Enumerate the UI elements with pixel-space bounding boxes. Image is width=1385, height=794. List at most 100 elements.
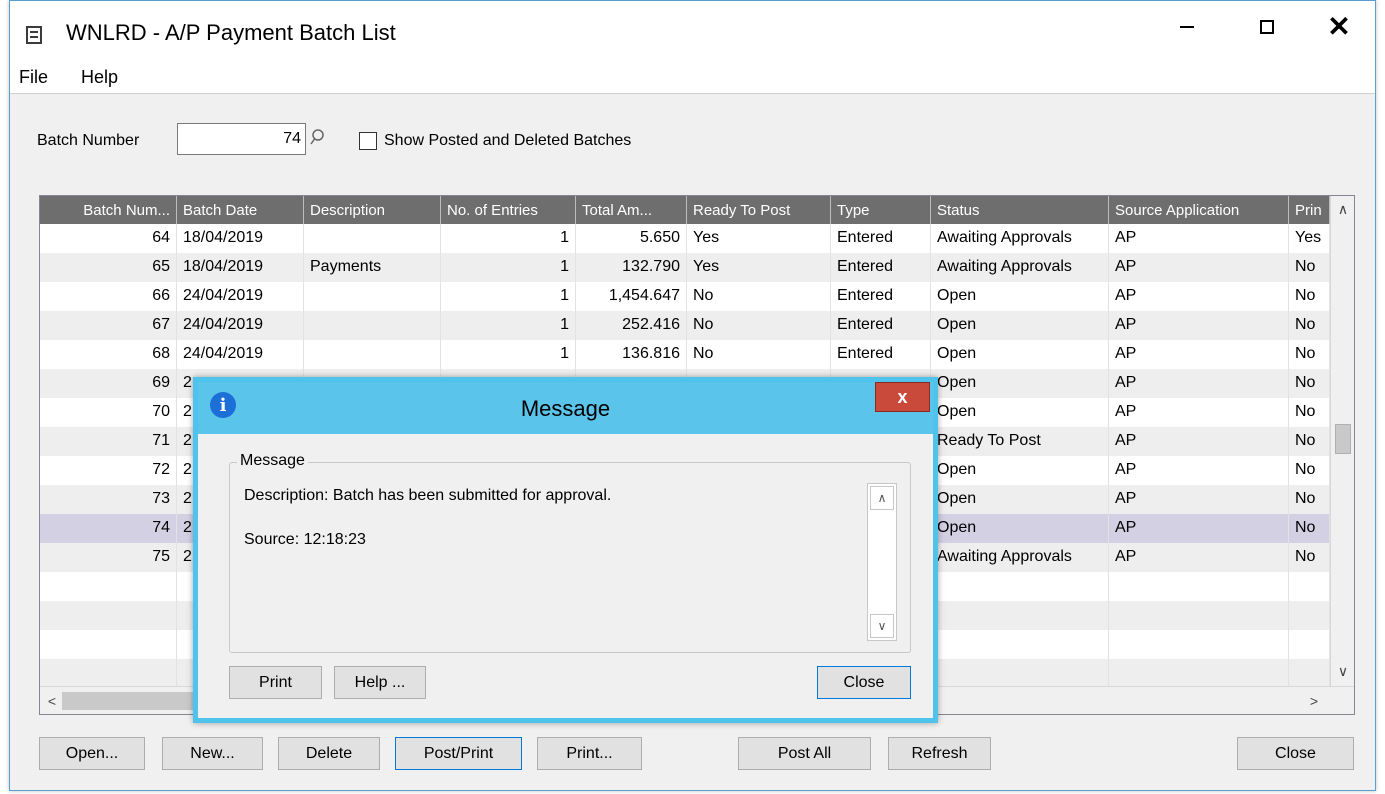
title-bar[interactable]: WNLRD - A/P Payment Batch List ✕ <box>10 1 1375 61</box>
message-scroll-down-icon[interactable]: ∨ <box>870 614 894 638</box>
column-header[interactable]: Total Am... <box>576 196 687 224</box>
cell-type: Entered <box>831 311 931 340</box>
message-scrollbar[interactable]: ∧ ∨ <box>867 483 897 641</box>
dialog-close-text-button[interactable]: Close <box>817 666 911 699</box>
column-header[interactable]: Batch Date <box>177 196 304 224</box>
cell-date: 18/04/2019 <box>177 224 304 253</box>
cell-source <box>1109 630 1289 659</box>
minimize-icon <box>1180 26 1194 28</box>
menu-file[interactable]: File <box>19 67 48 88</box>
batch-number-input[interactable]: 74 <box>177 123 306 155</box>
cell-source <box>1109 601 1289 630</box>
open-button[interactable]: Open... <box>39 737 145 770</box>
cell-status: Open <box>931 514 1109 543</box>
cell-source: AP <box>1109 224 1289 253</box>
refresh-button[interactable]: Refresh <box>888 737 991 770</box>
minimize-button[interactable] <box>1159 7 1215 47</box>
table-row[interactable]: 66 24/04/2019 1 1,454.647 No Entered Open AP No <box>40 282 1330 311</box>
cell-status: Awaiting Approvals <box>931 253 1109 282</box>
cell-printed: No <box>1289 485 1330 514</box>
cell-num <box>40 630 177 659</box>
cell-printed: Yes <box>1289 224 1330 253</box>
delete-button[interactable]: Delete <box>278 737 380 770</box>
message-group-label: Message <box>237 452 308 470</box>
column-header[interactable]: Source Application <box>1109 196 1289 224</box>
cell-status: Ready To Post <box>931 427 1109 456</box>
cell-printed: No <box>1289 543 1330 572</box>
cell-num: 65 <box>40 253 177 282</box>
scroll-up-icon[interactable]: ∧ <box>1331 196 1354 222</box>
cell-total: 136.816 <box>576 340 687 369</box>
post-print-button[interactable]: Post/Print <box>395 737 522 770</box>
cell-source: AP <box>1109 311 1289 340</box>
cell-desc <box>304 340 441 369</box>
table-row[interactable]: 67 24/04/2019 1 252.416 No Entered Open AP No <box>40 311 1330 340</box>
dialog-close-button[interactable]: x <box>875 382 930 412</box>
cell-num: 68 <box>40 340 177 369</box>
cell-entries: 1 <box>441 340 576 369</box>
cell-ready: Yes <box>687 253 831 282</box>
cell-printed: No <box>1289 456 1330 485</box>
scroll-right-icon[interactable]: > <box>1302 688 1326 714</box>
cell-total: 252.416 <box>576 311 687 340</box>
cell-entries: 1 <box>441 282 576 311</box>
scroll-down-icon[interactable]: ∨ <box>1331 658 1354 684</box>
cell-num: 75 <box>40 543 177 572</box>
show-posted-checkbox[interactable] <box>359 132 377 150</box>
column-header[interactable]: Status <box>931 196 1109 224</box>
table-row[interactable]: 68 24/04/2019 1 136.816 No Entered Open AP No <box>40 340 1330 369</box>
cell-status: Open <box>931 311 1109 340</box>
cell-source: AP <box>1109 340 1289 369</box>
cell-total: 5.650 <box>576 224 687 253</box>
app-icon <box>26 26 42 44</box>
cell-printed <box>1289 601 1330 630</box>
close-window-button[interactable]: ✕ <box>1311 7 1367 47</box>
print-button[interactable]: Print... <box>537 737 642 770</box>
cell-source: AP <box>1109 456 1289 485</box>
post-all-button[interactable]: Post All <box>738 737 871 770</box>
column-header[interactable]: Ready To Post <box>687 196 831 224</box>
table-row[interactable]: 65 18/04/2019 Payments 1 132.790 Yes Entered Aw… <box>40 253 1330 282</box>
column-header[interactable]: Description <box>304 196 441 224</box>
cell-num <box>40 572 177 601</box>
menu-help[interactable]: Help <box>81 67 118 88</box>
scroll-thumb[interactable] <box>1335 424 1351 454</box>
cell-printed: No <box>1289 253 1330 282</box>
cell-num <box>40 659 177 688</box>
vertical-scrollbar[interactable]: ∧ ∨ <box>1330 196 1354 686</box>
cell-printed: No <box>1289 369 1330 398</box>
scroll-left-icon[interactable]: < <box>40 688 64 714</box>
column-header[interactable]: Batch Num... <box>40 196 177 224</box>
grid-header: Batch Num... Batch Date Description No. of … <box>40 196 1330 224</box>
search-icon[interactable] <box>309 128 325 148</box>
cell-date: 24/04/2019 <box>177 340 304 369</box>
cell-printed <box>1289 630 1330 659</box>
dialog-title-bar[interactable]: i Message x <box>198 382 933 434</box>
cell-source <box>1109 572 1289 601</box>
show-posted-label: Show Posted and Deleted Batches <box>384 132 632 149</box>
cell-desc <box>304 311 441 340</box>
cell-printed: No <box>1289 398 1330 427</box>
cell-type: Entered <box>831 253 931 282</box>
cell-status: Open <box>931 456 1109 485</box>
maximize-icon <box>1260 20 1274 34</box>
maximize-button[interactable] <box>1239 7 1295 47</box>
cell-num: 71 <box>40 427 177 456</box>
cell-source: AP <box>1109 514 1289 543</box>
cell-date: 24/04/2019 <box>177 311 304 340</box>
column-header[interactable]: Prin <box>1289 196 1330 224</box>
cell-printed: No <box>1289 282 1330 311</box>
cell-status <box>931 601 1109 630</box>
column-header[interactable]: Type <box>831 196 931 224</box>
table-row[interactable]: 64 18/04/2019 1 5.650 Yes Entered Awaiting App… <box>40 224 1330 253</box>
close-button[interactable]: Close <box>1237 737 1354 770</box>
new-button[interactable]: New... <box>162 737 263 770</box>
cell-status: Open <box>931 485 1109 514</box>
message-scroll-up-icon[interactable]: ∧ <box>870 486 894 510</box>
cell-type: Entered <box>831 340 931 369</box>
dialog-help-button[interactable]: Help ... <box>334 666 426 699</box>
column-header[interactable]: No. of Entries <box>441 196 576 224</box>
dialog-print-button[interactable]: Print <box>229 666 322 699</box>
message-description: Description: Batch has been submitted fo… <box>244 487 612 504</box>
cell-total: 132.790 <box>576 253 687 282</box>
